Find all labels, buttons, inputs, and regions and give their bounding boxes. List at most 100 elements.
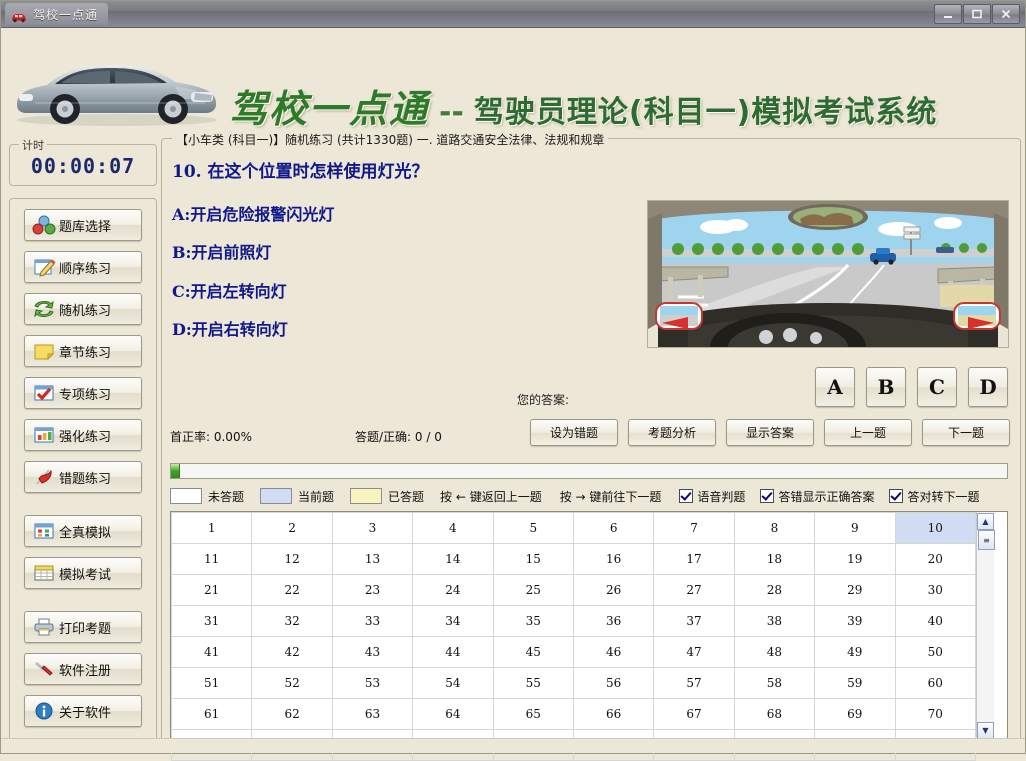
question-grid-cell-56[interactable]: 56	[573, 668, 653, 699]
question-grid-cell-58[interactable]: 58	[734, 668, 814, 699]
sidebar-item-wrong-question-practice[interactable]: 错题练习	[24, 461, 142, 493]
sidebar-item-chapter-practice[interactable]: 章节练习	[24, 335, 142, 367]
question-grid-cell-12[interactable]: 12	[252, 544, 332, 575]
question-grid-cell-55[interactable]: 55	[493, 668, 573, 699]
question-grid-cell-43[interactable]: 43	[332, 637, 412, 668]
minimize-button[interactable]	[934, 4, 962, 24]
question-grid-cell-62[interactable]: 62	[252, 699, 332, 730]
question-grid-cell-10[interactable]: 10	[895, 513, 975, 544]
question-grid-cell-30[interactable]: 30	[895, 575, 975, 606]
question-grid-cell-14[interactable]: 14	[413, 544, 493, 575]
question-grid-cell-42[interactable]: 42	[252, 637, 332, 668]
question-grid-cell-15[interactable]: 15	[493, 544, 573, 575]
question-grid-cell-41[interactable]: 41	[172, 637, 252, 668]
previous-question-button[interactable]: 上一题	[824, 419, 912, 446]
scrollbar-thumb[interactable]: ≡	[978, 530, 995, 550]
question-grid-cell-47[interactable]: 47	[654, 637, 734, 668]
checkbox-auto-next-on-correct[interactable]: 答对转下一题	[889, 488, 979, 505]
question-grid-cell-50[interactable]: 50	[895, 637, 975, 668]
option-b[interactable]: B:开启前照灯	[172, 239, 271, 263]
question-grid-cell-65[interactable]: 65	[493, 699, 573, 730]
question-grid-cell-44[interactable]: 44	[413, 637, 493, 668]
question-grid-cell-70[interactable]: 70	[895, 699, 975, 730]
question-grid-cell-24[interactable]: 24	[413, 575, 493, 606]
sidebar-item-print-questions[interactable]: 打印考题	[24, 611, 142, 643]
question-grid-cell-2[interactable]: 2	[252, 513, 332, 544]
question-grid-cell-22[interactable]: 22	[252, 575, 332, 606]
question-grid-cell-13[interactable]: 13	[332, 544, 412, 575]
question-grid-cell-34[interactable]: 34	[413, 606, 493, 637]
maximize-button[interactable]	[963, 4, 991, 24]
question-grid-cell-3[interactable]: 3	[332, 513, 412, 544]
question-grid-cell-57[interactable]: 57	[654, 668, 734, 699]
question-grid-cell-39[interactable]: 39	[815, 606, 895, 637]
question-grid-cell-51[interactable]: 51	[172, 668, 252, 699]
question-grid-cell-38[interactable]: 38	[734, 606, 814, 637]
question-grid-cell-6[interactable]: 6	[573, 513, 653, 544]
sidebar-item-full-simulation[interactable]: 全真模拟	[24, 515, 142, 547]
question-grid-cell-46[interactable]: 46	[573, 637, 653, 668]
close-button[interactable]	[992, 4, 1020, 24]
question-grid-cell-68[interactable]: 68	[734, 699, 814, 730]
answer-button-c[interactable]: C	[917, 367, 957, 407]
question-grid-cell-61[interactable]: 61	[172, 699, 252, 730]
question-grid-cell-53[interactable]: 53	[332, 668, 412, 699]
answer-button-a[interactable]: A	[815, 367, 855, 407]
question-grid-cell-11[interactable]: 11	[172, 544, 252, 575]
question-grid-cell-59[interactable]: 59	[815, 668, 895, 699]
question-number-grid[interactable]: 1234567891011121314151617181920212223242…	[170, 511, 1008, 741]
question-grid-cell-28[interactable]: 28	[734, 575, 814, 606]
sidebar-item-intensive-practice[interactable]: 强化练习	[24, 419, 142, 451]
question-grid-cell-54[interactable]: 54	[413, 668, 493, 699]
scroll-down-arrow[interactable]: ▼	[977, 722, 994, 739]
question-grid-cell-20[interactable]: 20	[895, 544, 975, 575]
question-grid-cell-8[interactable]: 8	[734, 513, 814, 544]
show-answer-button[interactable]: 显示答案	[726, 419, 814, 446]
checkbox-show-correct-on-wrong[interactable]: 答错显示正确答案	[760, 488, 874, 505]
sidebar-item-question-bank[interactable]: 题库选择	[24, 209, 142, 241]
question-grid-cell-9[interactable]: 9	[815, 513, 895, 544]
question-grid-cell-1[interactable]: 1	[172, 513, 252, 544]
question-grid-cell-23[interactable]: 23	[332, 575, 412, 606]
question-grid-cell-35[interactable]: 35	[493, 606, 573, 637]
sidebar-item-about-software[interactable]: 关于软件	[24, 695, 142, 727]
scroll-up-arrow[interactable]: ▲	[977, 513, 994, 530]
question-grid-cell-31[interactable]: 31	[172, 606, 252, 637]
question-grid-cell-69[interactable]: 69	[815, 699, 895, 730]
question-grid-cell-60[interactable]: 60	[895, 668, 975, 699]
option-a[interactable]: A:开启危险报警闪光灯	[172, 201, 334, 225]
sidebar-item-special-practice[interactable]: 专项练习	[24, 377, 142, 409]
sidebar-item-random-practice[interactable]: 随机练习	[24, 293, 142, 325]
question-grid-cell-36[interactable]: 36	[573, 606, 653, 637]
sidebar-item-sequential-practice[interactable]: 顺序练习	[24, 251, 142, 283]
question-grid-cell-21[interactable]: 21	[172, 575, 252, 606]
option-d[interactable]: D:开启右转向灯	[172, 316, 288, 340]
question-grid-cell-27[interactable]: 27	[654, 575, 734, 606]
question-grid-cell-5[interactable]: 5	[493, 513, 573, 544]
question-grid-cell-33[interactable]: 33	[332, 606, 412, 637]
question-grid-cell-67[interactable]: 67	[654, 699, 734, 730]
question-grid-cell-63[interactable]: 63	[332, 699, 412, 730]
question-grid-cell-18[interactable]: 18	[734, 544, 814, 575]
next-question-button[interactable]: 下一题	[922, 419, 1010, 446]
sidebar-item-mock-exam[interactable]: 模拟考试	[24, 557, 142, 589]
answer-button-b[interactable]: B	[866, 367, 906, 407]
question-grid-cell-4[interactable]: 4	[413, 513, 493, 544]
mark-wrong-button[interactable]: 设为错题	[530, 419, 618, 446]
question-analysis-button[interactable]: 考题分析	[628, 419, 716, 446]
checkbox-voice-grading[interactable]: 语音判题	[679, 488, 745, 505]
question-grid-cell-64[interactable]: 64	[413, 699, 493, 730]
question-grid-cell-66[interactable]: 66	[573, 699, 653, 730]
question-grid-cell-29[interactable]: 29	[815, 575, 895, 606]
grid-vertical-scrollbar[interactable]: ▲ ≡ ▼	[976, 512, 994, 740]
question-grid-cell-32[interactable]: 32	[252, 606, 332, 637]
option-c[interactable]: C:开启左转向灯	[172, 278, 287, 302]
question-grid-cell-45[interactable]: 45	[493, 637, 573, 668]
answer-button-d[interactable]: D	[968, 367, 1008, 407]
question-grid-cell-52[interactable]: 52	[252, 668, 332, 699]
question-grid-cell-26[interactable]: 26	[573, 575, 653, 606]
question-grid-cell-17[interactable]: 17	[654, 544, 734, 575]
question-grid-cell-49[interactable]: 49	[815, 637, 895, 668]
question-grid-cell-16[interactable]: 16	[573, 544, 653, 575]
question-grid-cell-7[interactable]: 7	[654, 513, 734, 544]
